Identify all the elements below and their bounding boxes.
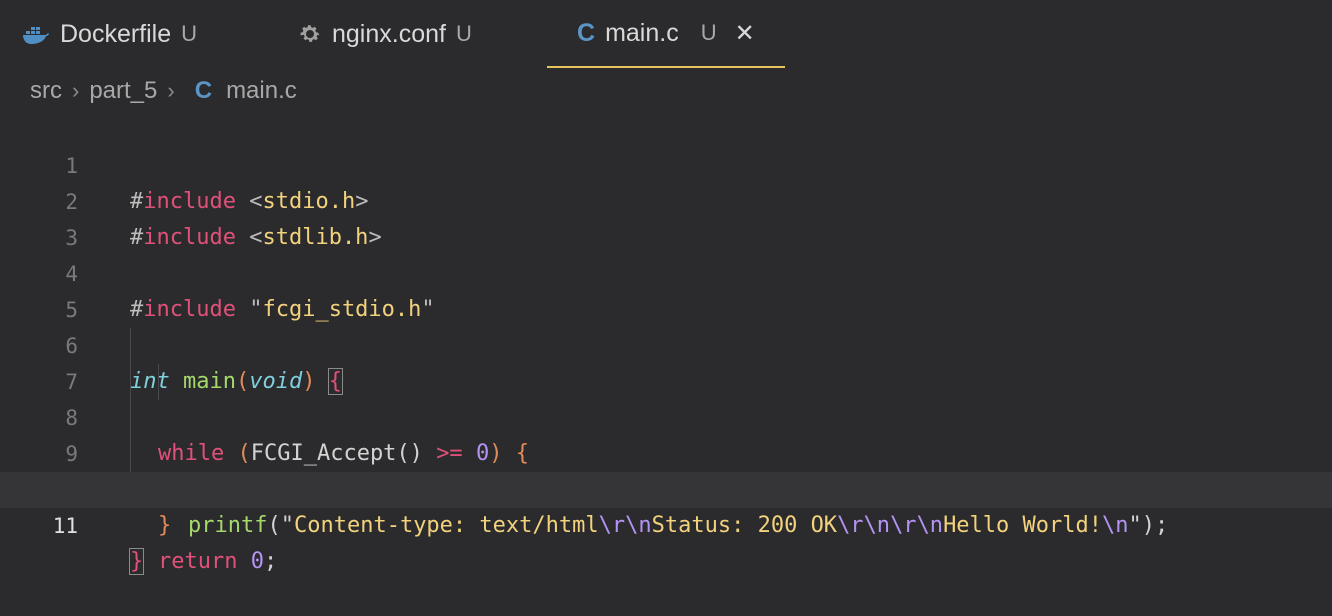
tab-main-c[interactable]: C main.c U ✕ [547, 0, 785, 68]
c-language-icon: C [577, 18, 596, 47]
tab-label: main.c [605, 18, 679, 47]
untracked-status-badge: U [455, 21, 472, 46]
code-text: } [158, 513, 172, 538]
code-line: 1 #include <stdio.h> [0, 112, 1332, 214]
code-line: 6 int main(void) { [0, 292, 1332, 395]
chevron-right-icon: › [167, 78, 175, 103]
line-number: 11 [52, 514, 78, 538]
code-editor[interactable]: 1 #include <stdio.h> 2 #include <stdlib.… [0, 112, 1332, 575]
indent-guide [130, 436, 131, 472]
tab-label: nginx.conf [332, 19, 446, 48]
breadcrumb-item-src[interactable]: src [30, 77, 62, 105]
close-icon[interactable]: ✕ [735, 19, 755, 48]
tab-label: Dockerfile [60, 19, 172, 48]
code-line: 4 #include "fcgi_stdio.h" [0, 220, 1332, 322]
gear-icon [298, 22, 322, 46]
code-line: 10 return 0; [0, 436, 1332, 574]
indent-guide [130, 328, 131, 364]
code-text: return 0; [158, 549, 278, 574]
indent-guide [130, 364, 131, 400]
code-line: 3 [0, 184, 1332, 250]
untracked-status-badge: U [700, 20, 717, 45]
code-line: 8 printf("Content-type: text/html\r\nSta… [0, 364, 1332, 538]
breadcrumb: src › part_5 › C main.c [30, 74, 297, 108]
breadcrumb-item-file[interactable]: main.c [226, 77, 297, 105]
code-line-current: 11 } [0, 472, 1332, 575]
c-language-icon: C [194, 77, 213, 104]
code-line: 5 [0, 256, 1332, 322]
docker-icon [22, 23, 50, 45]
code-text: printf("Content-type: text/html\r\nStatu… [188, 513, 1169, 538]
code-line: 7 while (FCGI_Accept() >= 0) { [0, 328, 1332, 466]
chevron-right-icon: › [72, 78, 80, 103]
untracked-status-badge: U [181, 21, 198, 46]
tab-dockerfile[interactable]: Dockerfile U [22, 0, 197, 68]
indent-guide [130, 400, 131, 436]
code-line: 2 #include <stdlib.h> [0, 148, 1332, 250]
code-text: } [128, 548, 145, 575]
code-line: 9 } [0, 400, 1332, 538]
tab-nginx-conf[interactable]: nginx.conf U [298, 0, 472, 68]
breadcrumb-item-part5[interactable]: part_5 [89, 77, 157, 105]
indent-guide [158, 364, 159, 400]
tab-bar: Dockerfile U nginx.conf U C main.c U ✕ [0, 0, 1332, 68]
